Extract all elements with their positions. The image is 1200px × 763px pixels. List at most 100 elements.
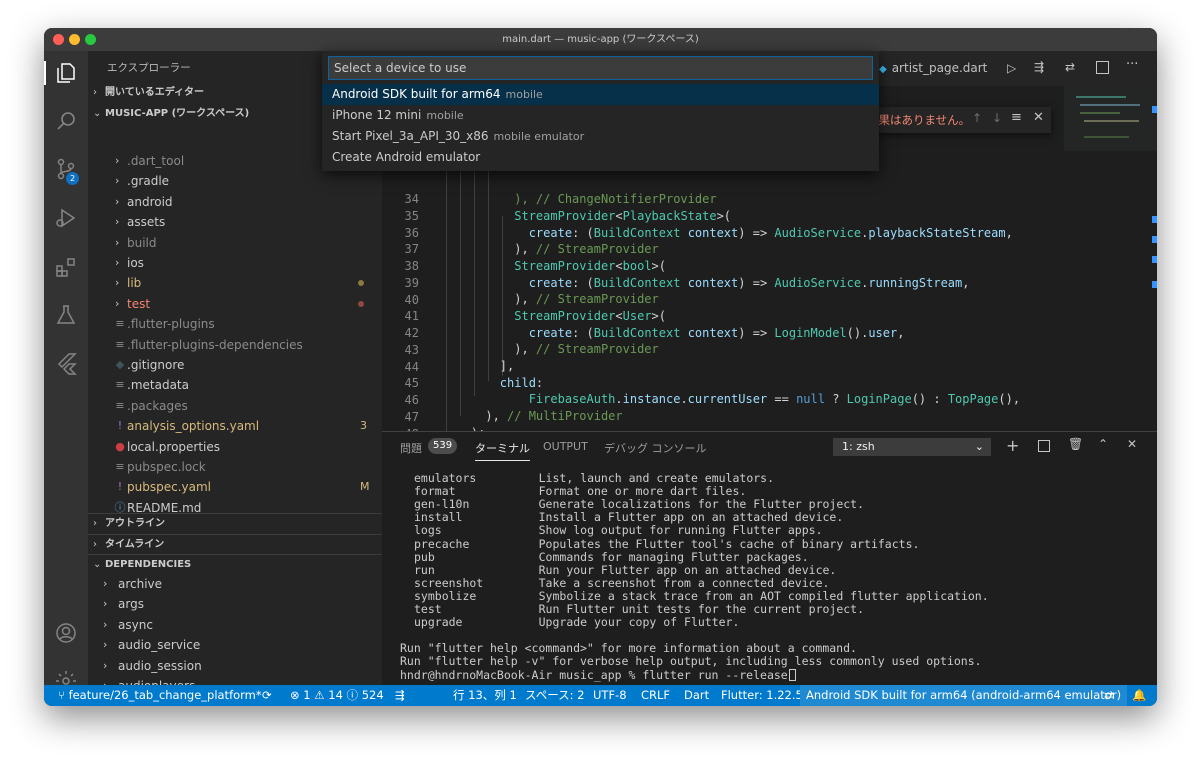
file-tree-item[interactable]: ! pubspec.yaml M — [88, 477, 382, 497]
more-actions-icon[interactable]: ··· — [1126, 57, 1138, 72]
device-quick-pick-input[interactable]: Select a device to use — [328, 56, 873, 80]
zoom-window-button[interactable] — [85, 34, 96, 45]
file-tree-item[interactable]: ● local.properties — [88, 437, 382, 457]
encoding[interactable]: UTF-8 — [593, 685, 627, 706]
find-in-selection-icon[interactable]: ≡ — [1011, 110, 1022, 125]
maximize-panel-icon[interactable]: ⌃ — [1098, 437, 1108, 451]
search-icon[interactable] — [54, 109, 78, 133]
feedback-icon[interactable]: ⇄ — [1104, 685, 1114, 706]
device-option[interactable]: iPhone 12 mini mobile — [322, 105, 879, 126]
dependency-item[interactable]: › audio_service — [88, 635, 382, 655]
tab-debug-console[interactable]: デバッグ コンソール — [604, 440, 707, 456]
chevron-right-icon: › — [115, 215, 120, 229]
close-panel-icon[interactable]: ✕ — [1127, 437, 1137, 451]
file-tree-item[interactable]: ≡ .flutter-plugins-dependencies — [88, 335, 382, 355]
dependency-label: audio_session — [118, 658, 202, 673]
testing-flask-icon[interactable] — [54, 303, 78, 327]
indentation[interactable]: スペース: 2 — [525, 685, 584, 706]
file-tree-item[interactable]: › .gradle — [88, 171, 382, 191]
close-find-icon[interactable]: ✕ — [1033, 110, 1044, 125]
file-tree-item[interactable]: ≡ .metadata — [88, 375, 382, 395]
file-tree-label: .gradle — [127, 174, 170, 189]
status-bar: ⑂ feature/26_tab_change_platform* ⟳ ⊗ 1 … — [44, 685, 1157, 706]
file-badge: M — [360, 480, 370, 494]
account-icon[interactable] — [54, 621, 78, 645]
file-tree-item[interactable]: › ios — [88, 253, 382, 273]
line-number: 43 — [404, 342, 419, 357]
open-changes-icon[interactable]: ⇄ — [1065, 60, 1075, 74]
file-icon: ≡ — [115, 337, 125, 351]
flutter-icon[interactable] — [54, 351, 78, 375]
file-tree-item[interactable]: ◆ .gitignore — [88, 355, 382, 375]
file-tree-item[interactable]: ≡ .flutter-plugins — [88, 314, 382, 334]
dependency-label: async — [118, 617, 153, 632]
tab-problems[interactable]: 問題 — [400, 440, 422, 456]
branch-status[interactable]: ⑂ feature/26_tab_change_platform* — [58, 685, 262, 706]
file-tree-item[interactable]: ≡ .packages — [88, 396, 382, 416]
file-tree-label: .flutter-plugins-dependencies — [127, 337, 303, 352]
chevron-right-icon: › — [103, 658, 108, 672]
code-line-45: child: — [499, 376, 544, 390]
flutter-version[interactable]: Flutter: 1.22.5 — [721, 685, 803, 706]
dependency-item[interactable]: › args — [88, 594, 382, 614]
new-terminal-icon[interactable]: + — [1006, 436, 1019, 455]
editor-tab[interactable]: ◆ artist_page.dart — [879, 51, 987, 86]
code-line-40: ), // StreamProvider — [442, 292, 659, 306]
tab-output[interactable]: OUTPUT — [543, 440, 588, 453]
notifications-bell-icon[interactable]: 🔔 — [1132, 685, 1146, 706]
close-window-button[interactable] — [53, 34, 64, 45]
tab-terminal[interactable]: ターミナル — [475, 440, 530, 461]
chevron-right-icon: › — [103, 638, 108, 652]
problems-status[interactable]: ⊗ 1 ⚠ 14 ⓘ 524 — [290, 685, 384, 706]
extensions-icon[interactable] — [54, 255, 78, 279]
modified-dot — [358, 280, 364, 287]
cursor-position[interactable]: 行 13、列 1 — [453, 685, 517, 706]
run-icon[interactable]: ▷ — [1007, 61, 1016, 75]
run-debug-icon[interactable] — [54, 206, 78, 230]
end-of-line[interactable]: CRLF — [641, 685, 670, 706]
dependency-item[interactable]: › async — [88, 615, 382, 635]
split-terminal-icon[interactable] — [1038, 440, 1050, 452]
explorer-icon[interactable] — [54, 61, 78, 85]
file-tree-item[interactable]: › build — [88, 233, 382, 253]
device-option-label: Create Android emulator — [332, 150, 481, 164]
device-option[interactable]: Create Android emulator — [322, 147, 879, 168]
file-tree-item[interactable]: ! analysis_options.yaml 3 — [88, 416, 382, 436]
dependency-item[interactable]: › archive — [88, 574, 382, 594]
chevron-right-icon: › — [115, 296, 120, 310]
sync-icon[interactable]: ⟳ — [262, 685, 272, 706]
file-tree-item[interactable]: › test — [88, 294, 382, 314]
next-match-icon[interactable]: ↓ — [992, 111, 1002, 125]
dart-file-icon: ◆ — [879, 64, 887, 75]
previous-match-icon[interactable]: ↑ — [972, 111, 982, 125]
chevron-right-icon: › — [103, 617, 108, 631]
dependencies-section[interactable]: ⌄ DEPENDENCIES — [88, 554, 382, 574]
line-number: 44 — [404, 359, 419, 374]
outline-section[interactable]: › アウトライン — [88, 513, 382, 533]
minimap[interactable] — [1064, 86, 1157, 431]
timeline-section[interactable]: › タイムライン — [88, 534, 382, 554]
terminal-select[interactable]: 1: zsh ⌄ — [833, 438, 991, 456]
live-share-icon[interactable]: ⇶ — [395, 685, 405, 706]
terminal-line: logs Show log output for running Flutter… — [414, 523, 823, 538]
line-number: 37 — [404, 242, 419, 257]
split-editor-icon[interactable] — [1096, 61, 1109, 74]
debug-run-icon[interactable]: ⇶ — [1034, 60, 1044, 74]
device-option[interactable]: Start Pixel_3a_API_30_x86 mobile emulator — [322, 126, 879, 147]
file-tree-item[interactable]: ≡ pubspec.lock — [88, 457, 382, 477]
window-title: main.dart — music-app (ワークスペース) — [502, 34, 699, 45]
kill-terminal-icon[interactable]: 🗑 — [1068, 437, 1083, 451]
file-tree-label: assets — [127, 215, 166, 230]
device-option[interactable]: Android SDK built for arm64 mobile — [322, 84, 879, 105]
minimize-window-button[interactable] — [69, 34, 80, 45]
dependency-item[interactable]: › audio_session — [88, 656, 382, 676]
language-mode[interactable]: Dart — [684, 685, 709, 706]
file-tree-item[interactable]: › assets — [88, 212, 382, 232]
dependency-label: archive — [118, 577, 163, 591]
device-selector[interactable]: Android SDK built for arm64 (android-arm… — [800, 685, 1128, 706]
file-tree-item[interactable]: › lib — [88, 273, 382, 293]
file-tree-label: .packages — [127, 398, 188, 413]
code-line-39: create: (BuildContext context) => AudioS… — [528, 276, 970, 290]
terminal-line: screenshot Take a screenshot from a conn… — [414, 575, 830, 590]
file-tree-item[interactable]: › android — [88, 192, 382, 212]
